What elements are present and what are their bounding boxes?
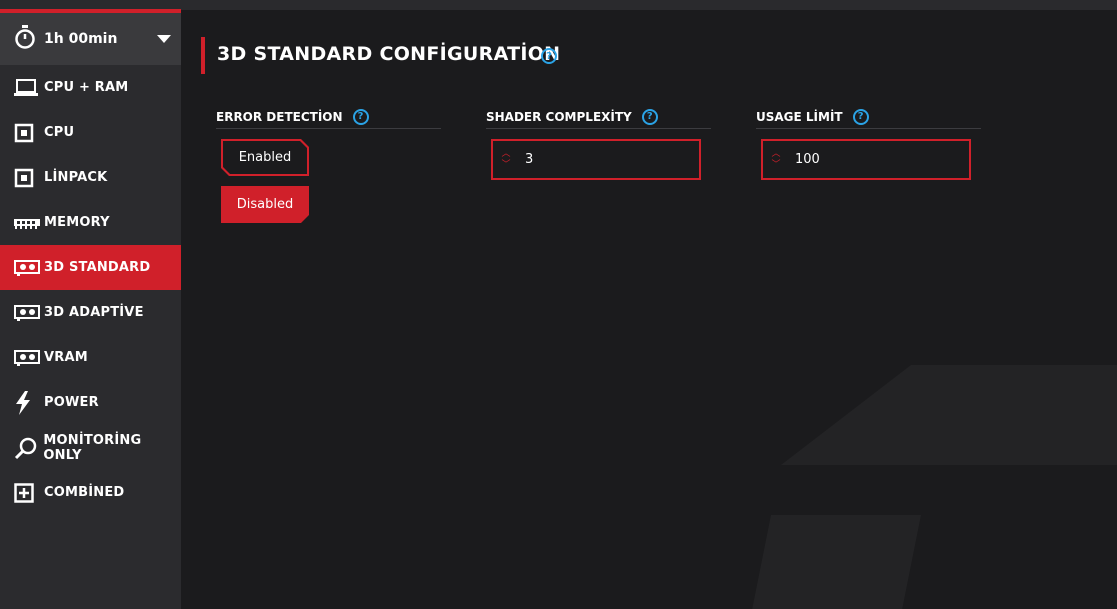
section-header: SHADER COMPLEXİTY ? bbox=[486, 105, 711, 129]
shader-complexity-stepper[interactable]: ︿ ﹀ 3 bbox=[491, 139, 701, 180]
help-icon[interactable]: ? bbox=[541, 48, 557, 64]
sidebar-item-label: LİNPACK bbox=[44, 170, 108, 185]
sidebar-item-label: POWER bbox=[44, 395, 99, 410]
lightning-icon bbox=[14, 390, 40, 415]
sidebar-item-vram[interactable]: VRAM bbox=[0, 335, 181, 380]
sidebar-item-cpu-ram[interactable]: CPU + RAM bbox=[0, 65, 181, 110]
error-detection-section: ERROR DETECTİON ? bbox=[216, 105, 441, 129]
shader-complexity-section: SHADER COMPLEXİTY ? bbox=[486, 105, 711, 129]
sidebar-item-label: VRAM bbox=[44, 350, 88, 365]
duration-label: 1h 00min bbox=[44, 31, 118, 47]
chevron-down-icon[interactable]: ﹀ bbox=[771, 160, 780, 171]
background-decoration bbox=[781, 365, 1117, 465]
chip-icon bbox=[14, 167, 40, 189]
sidebar-item-memory[interactable]: MEMORY bbox=[0, 200, 181, 245]
sidebar-item-linpack[interactable]: LİNPACK bbox=[0, 155, 181, 200]
sidebar-item-3d-standard[interactable]: 3D STANDARD bbox=[0, 245, 181, 290]
enabled-option-button[interactable]: Enabled bbox=[221, 139, 309, 176]
chip-icon bbox=[14, 122, 40, 144]
enabled-option-label: Enabled bbox=[238, 150, 292, 165]
sidebar-item-label: CPU + RAM bbox=[44, 80, 129, 95]
sidebar-item-label: CPU bbox=[44, 125, 75, 140]
sidebar-item-3d-adaptive[interactable]: 3D ADAPTİVE bbox=[0, 290, 181, 335]
help-icon[interactable]: ? bbox=[852, 108, 869, 125]
page-title: 3D STANDARD CONFİGURATİON bbox=[217, 43, 561, 65]
disabled-option-label: Disabled bbox=[236, 197, 294, 212]
usage-limit-section: USAGE LİMİT ? bbox=[756, 105, 981, 129]
title-accent-bar bbox=[201, 37, 205, 74]
help-icon[interactable]: ? bbox=[352, 108, 369, 125]
section-header: USAGE LİMİT ? bbox=[756, 105, 981, 129]
sidebar-item-monitoring-only[interactable]: MONİTORİNG ONLY bbox=[0, 425, 181, 470]
sidebar: 1h 00min CPU + RAM CPU LİNPACK MEMORY 3D… bbox=[0, 13, 181, 609]
sidebar-item-power[interactable]: POWER bbox=[0, 380, 181, 425]
main-panel: 3D STANDARD CONFİGURATİON ? ERROR DETECT… bbox=[181, 10, 1117, 609]
sidebar-item-combined[interactable]: COMBİNED bbox=[0, 470, 181, 515]
gpu-icon bbox=[14, 257, 40, 279]
disabled-option-button[interactable]: Disabled bbox=[221, 186, 309, 223]
sidebar-item-label: 3D STANDARD bbox=[44, 260, 151, 275]
error-detection-label: ERROR DETECTİON bbox=[216, 109, 343, 124]
shader-complexity-value[interactable]: 3 bbox=[525, 152, 533, 167]
gpu-icon bbox=[14, 347, 40, 369]
sidebar-item-label: 3D ADAPTİVE bbox=[44, 305, 144, 320]
usage-limit-value[interactable]: 100 bbox=[795, 152, 820, 167]
sidebar-item-cpu[interactable]: CPU bbox=[0, 110, 181, 155]
usage-limit-stepper[interactable]: ︿ ﹀ 100 bbox=[761, 139, 971, 180]
laptop-icon bbox=[14, 77, 40, 99]
section-header: ERROR DETECTİON ? bbox=[216, 105, 441, 129]
help-icon[interactable]: ? bbox=[641, 108, 658, 125]
sidebar-item-label: COMBİNED bbox=[44, 485, 125, 500]
magnifier-icon bbox=[14, 437, 39, 459]
gpu-icon bbox=[14, 302, 40, 324]
chevron-down-icon[interactable] bbox=[157, 35, 171, 43]
duration-dropdown[interactable]: 1h 00min bbox=[0, 13, 181, 65]
chevron-down-icon[interactable]: ﹀ bbox=[501, 160, 510, 171]
background-decoration bbox=[751, 515, 921, 609]
plus-box-icon bbox=[14, 482, 40, 504]
sidebar-item-label: MONİTORİNG ONLY bbox=[43, 432, 142, 463]
chevron-up-icon[interactable]: ︿ bbox=[771, 149, 780, 160]
shader-complexity-label: SHADER COMPLEXİTY bbox=[486, 109, 632, 124]
memory-icon bbox=[14, 212, 40, 234]
chevron-up-icon[interactable]: ︿ bbox=[501, 149, 510, 160]
sidebar-item-label: MEMORY bbox=[44, 215, 110, 230]
stopwatch-icon bbox=[14, 25, 36, 53]
usage-limit-label: USAGE LİMİT bbox=[756, 109, 843, 124]
